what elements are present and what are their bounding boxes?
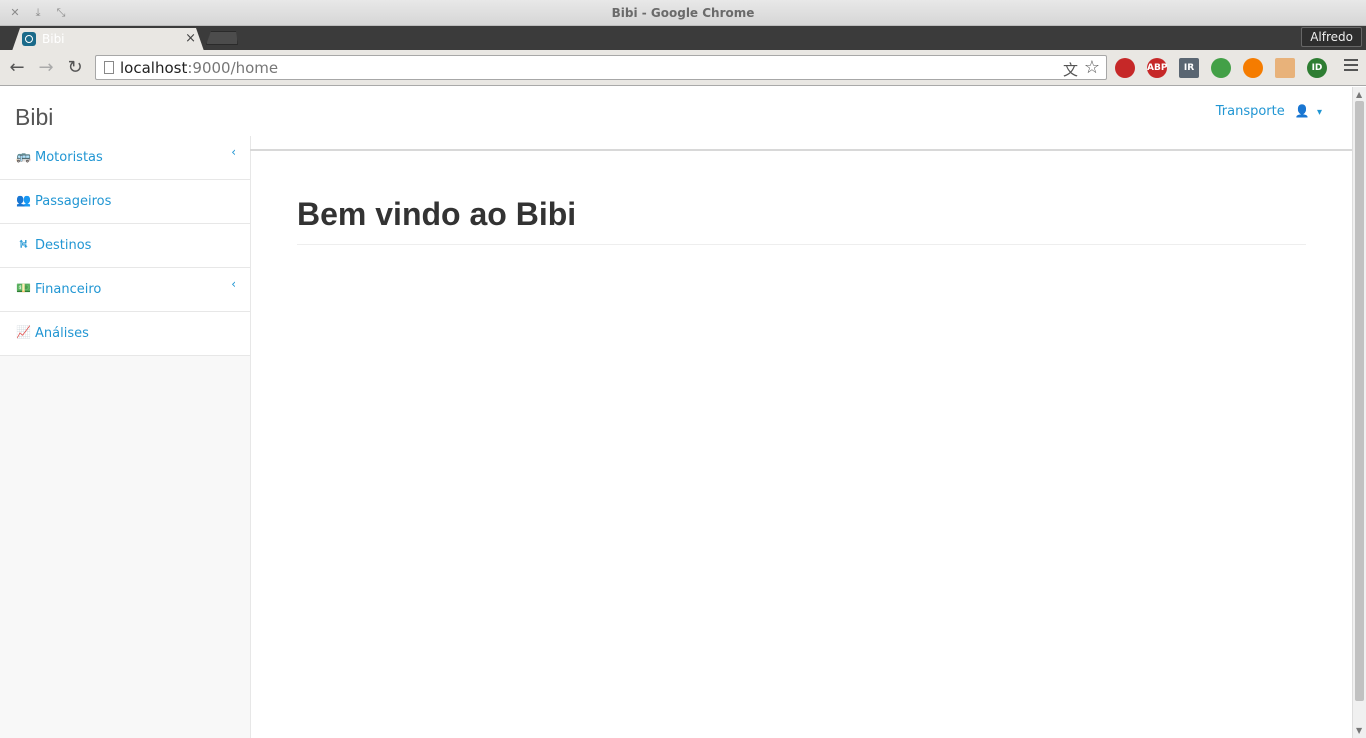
window-titlebar: ✕ ⤓ ⤡ Bibi - Google Chrome (0, 0, 1366, 26)
brand-logo[interactable]: Bibi (15, 104, 53, 131)
user-dropdown[interactable]: Transporte 👤 ▾ (1216, 104, 1322, 119)
bus-icon: 🚌 (16, 149, 31, 163)
scroll-down-icon[interactable]: ▼ (1356, 726, 1362, 735)
scroll-up-icon[interactable]: ▲ (1356, 90, 1362, 99)
url-path: :9000/home (187, 59, 279, 77)
sidebar-item-destinos[interactable]: ⛕ Destinos (0, 224, 250, 268)
back-icon[interactable]: ← (6, 57, 28, 79)
tab-close-icon[interactable]: × (185, 31, 196, 46)
ext-red-icon[interactable] (1115, 58, 1135, 78)
title-divider (297, 244, 1306, 245)
circle-icon[interactable] (1243, 58, 1263, 78)
forward-icon[interactable]: → (35, 57, 57, 79)
page-title: Bem vindo ao Bibi (297, 196, 577, 232)
url-text[interactable]: localhost:9000/home (120, 59, 278, 77)
caret-down-icon: ▾ (1316, 107, 1322, 118)
chevron-left-icon[interactable]: ‹ (231, 277, 236, 291)
sidebar-item-label: Motoristas (35, 150, 103, 165)
user-icon: 👤 (1294, 104, 1310, 118)
url-host: localhost (120, 59, 188, 77)
sidebar-item-label: Destinos (35, 238, 92, 253)
translate-icon[interactable]: 文 (1063, 59, 1078, 80)
user-menu-label: Transporte (1215, 104, 1285, 119)
new-tab-button[interactable] (206, 31, 238, 45)
users-icon: 👥 (16, 193, 31, 207)
leaf-icon[interactable] (1211, 58, 1231, 78)
money-icon: 💵 (16, 281, 31, 295)
address-bar[interactable]: localhost:9000/home 文 ☆ (95, 55, 1107, 80)
sidebar-item-financeiro[interactable]: 💵 Financeiro ‹ (0, 268, 250, 312)
face-icon[interactable] (1275, 58, 1295, 78)
chrome-menu-icon[interactable] (1344, 59, 1358, 75)
adblock-icon[interactable]: ABP (1147, 58, 1167, 78)
sidebar-item-analises[interactable]: 📈 Análises (0, 312, 250, 356)
header-divider (250, 149, 1352, 151)
sidebar-item-label: Análises (35, 326, 89, 341)
vertical-scrollbar[interactable]: ▲ ▼ (1352, 87, 1366, 738)
road-icon: ⛕ (19, 237, 28, 251)
sidebar: 🚌 Motoristas ‹ 👥 Passageiros ⛕ Destinos 💵 Financ… (0, 136, 251, 738)
page-icon (104, 61, 114, 74)
tab-bibi[interactable]: Bibi × (12, 28, 204, 51)
star-icon[interactable]: ☆ (1084, 57, 1100, 78)
id-icon[interactable]: ID (1307, 58, 1327, 78)
window-title: Bibi - Google Chrome (611, 6, 755, 20)
chevron-left-icon[interactable]: ‹ (231, 145, 236, 159)
browser-toolbar: ← → ↻ localhost:9000/home 文 ☆ ABP IR ID (0, 50, 1366, 86)
ir-icon[interactable]: IR (1179, 58, 1199, 78)
sidebar-item-label: Passageiros (35, 194, 112, 209)
line-chart-icon: 📈 (16, 325, 31, 339)
scroll-thumb[interactable] (1355, 101, 1364, 701)
sidebar-item-motoristas[interactable]: 🚌 Motoristas ‹ (0, 136, 250, 180)
sidebar-item-passageiros[interactable]: 👥 Passageiros (0, 180, 250, 224)
tab-label: Bibi (42, 32, 65, 46)
bibi-favicon-icon (22, 32, 36, 46)
reload-icon[interactable]: ↻ (64, 57, 86, 79)
sidebar-item-label: Financeiro (35, 282, 102, 297)
tab-strip: Bibi × Alfredo (0, 26, 1366, 50)
profile-button[interactable]: Alfredo (1301, 27, 1362, 47)
sidebar-menu: 🚌 Motoristas ‹ 👥 Passageiros ⛕ Destinos 💵 Financ… (0, 136, 250, 356)
page-content: Bibi Transporte 👤 ▾ 🚌 Motoristas ‹ 👥 Passage… (0, 87, 1352, 738)
